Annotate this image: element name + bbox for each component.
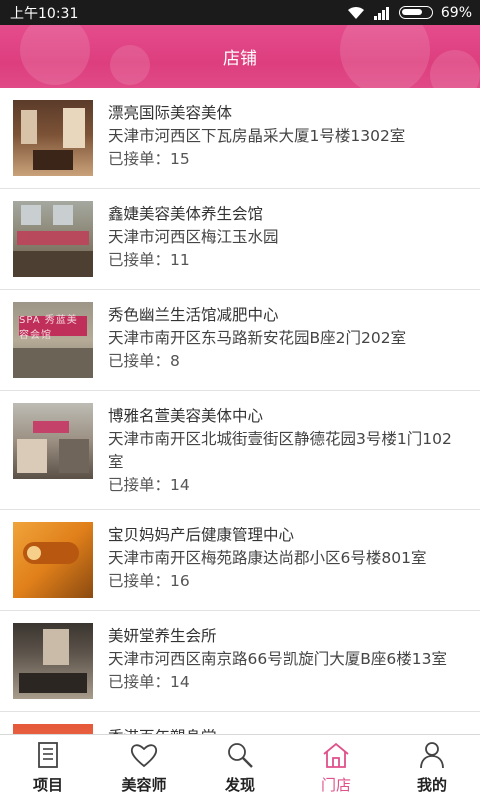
store-name: 宝贝妈妈产后健康管理中心 <box>108 526 295 544</box>
store-address: 天津市南开区北城街壹街区静德花园3号楼1门102室 <box>108 430 452 471</box>
nav-tab-stores[interactable]: 门店 <box>288 735 384 800</box>
store-order-count: 已接单：11 <box>108 251 190 269</box>
store-photo <box>13 100 93 176</box>
store-order-count: 已接单：16 <box>108 572 190 590</box>
store-list[interactable]: 漂亮国际美容美体 天津市河西区下瓦房晶采大厦1号楼1302室 已接单：15 鑫婕… <box>0 88 480 734</box>
signal-icon <box>373 6 389 20</box>
store-address: 天津市南开区东马路新安花园B座2门202室 <box>108 329 407 347</box>
store-item[interactable]: 博雅名萱美容美体中心 天津市南开区北城街壹街区静德花园3号楼1门102室 已接单… <box>0 391 480 510</box>
nav-tab-profile[interactable]: 我的 <box>384 735 480 800</box>
store-order-count: 已接单：14 <box>108 476 190 494</box>
storefront-icon <box>323 742 349 768</box>
nav-label: 我的 <box>416 776 447 794</box>
store-name: 漂亮国际美容美体 <box>108 104 233 122</box>
store-item[interactable]: 漂亮国际美容美体 天津市河西区下瓦房晶采大厦1号楼1302室 已接单：15 <box>0 88 480 189</box>
store-photo <box>13 522 93 598</box>
store-sign: SPA 秀蓝美容会馆 <box>19 315 87 341</box>
store-item[interactable]: 美妍堂养生会所 天津市河西区南京路66号凯旋门大厦B座6楼13室 已接单：14 <box>0 611 480 712</box>
nav-label: 门店 <box>320 776 351 794</box>
store-item[interactable]: 鑫婕美容美体养生会馆 天津市河西区梅江玉水园 已接单：11 <box>0 189 480 290</box>
heart-icon <box>130 744 158 768</box>
store-photo <box>13 403 93 479</box>
store-photo <box>13 623 93 699</box>
store-address: 天津市河西区梅江玉水园 <box>108 228 279 246</box>
status-time: 上午10:31 <box>10 5 79 22</box>
person-icon <box>420 742 444 769</box>
nav-label: 项目 <box>32 776 63 794</box>
store-order-count: 已接单：14 <box>108 673 190 691</box>
store-name: 香港百年塑身堂 <box>108 726 467 734</box>
page-title: 店铺 <box>223 49 257 69</box>
status-indicators: 69% <box>347 5 472 21</box>
store-photo <box>13 201 93 277</box>
store-name: 秀色幽兰生活馆减肥中心 <box>108 306 279 324</box>
store-item[interactable]: 香港百年塑身堂 <box>0 712 480 734</box>
nav-tab-projects[interactable]: 项目 <box>0 735 96 800</box>
store-order-count: 已接单：8 <box>108 352 180 370</box>
store-address: 天津市河西区下瓦房晶采大厦1号楼1302室 <box>108 127 406 145</box>
store-item[interactable]: 宝贝妈妈产后健康管理中心 天津市南开区梅苑路康达尚郡小区6号楼801室 已接单：… <box>0 510 480 611</box>
battery-level: 69% <box>440 4 472 21</box>
store-name: 博雅名萱美容美体中心 <box>108 407 264 425</box>
nav-tab-beauticians[interactable]: 美容师 <box>96 735 192 800</box>
battery-icon <box>398 6 433 19</box>
magnifier-icon <box>228 743 253 768</box>
store-name: 鑫婕美容美体养生会馆 <box>108 205 264 223</box>
bottom-nav: 项目 美容师 发现 门店 我的 <box>0 734 480 800</box>
document-icon <box>38 742 58 768</box>
wifi-icon <box>347 6 364 19</box>
store-photo <box>13 724 93 734</box>
store-address: 天津市河西区南京路66号凯旋门大厦B座6楼13室 <box>108 650 447 668</box>
store-order-count: 已接单：15 <box>108 150 190 168</box>
store-name: 美妍堂养生会所 <box>108 627 217 645</box>
nav-tab-discover[interactable]: 发现 <box>192 735 288 800</box>
store-address: 天津市南开区梅苑路康达尚郡小区6号楼801室 <box>108 549 427 567</box>
nav-label: 美容师 <box>121 776 167 794</box>
nav-label: 发现 <box>224 776 255 794</box>
store-photo: SPA 秀蓝美容会馆 <box>13 302 93 378</box>
store-item[interactable]: SPA 秀蓝美容会馆 秀色幽兰生活馆减肥中心 天津市南开区东马路新安花园B座2门… <box>0 290 480 391</box>
app-header: 店铺 <box>0 25 480 88</box>
status-bar: 上午10:31 69% <box>0 0 480 25</box>
